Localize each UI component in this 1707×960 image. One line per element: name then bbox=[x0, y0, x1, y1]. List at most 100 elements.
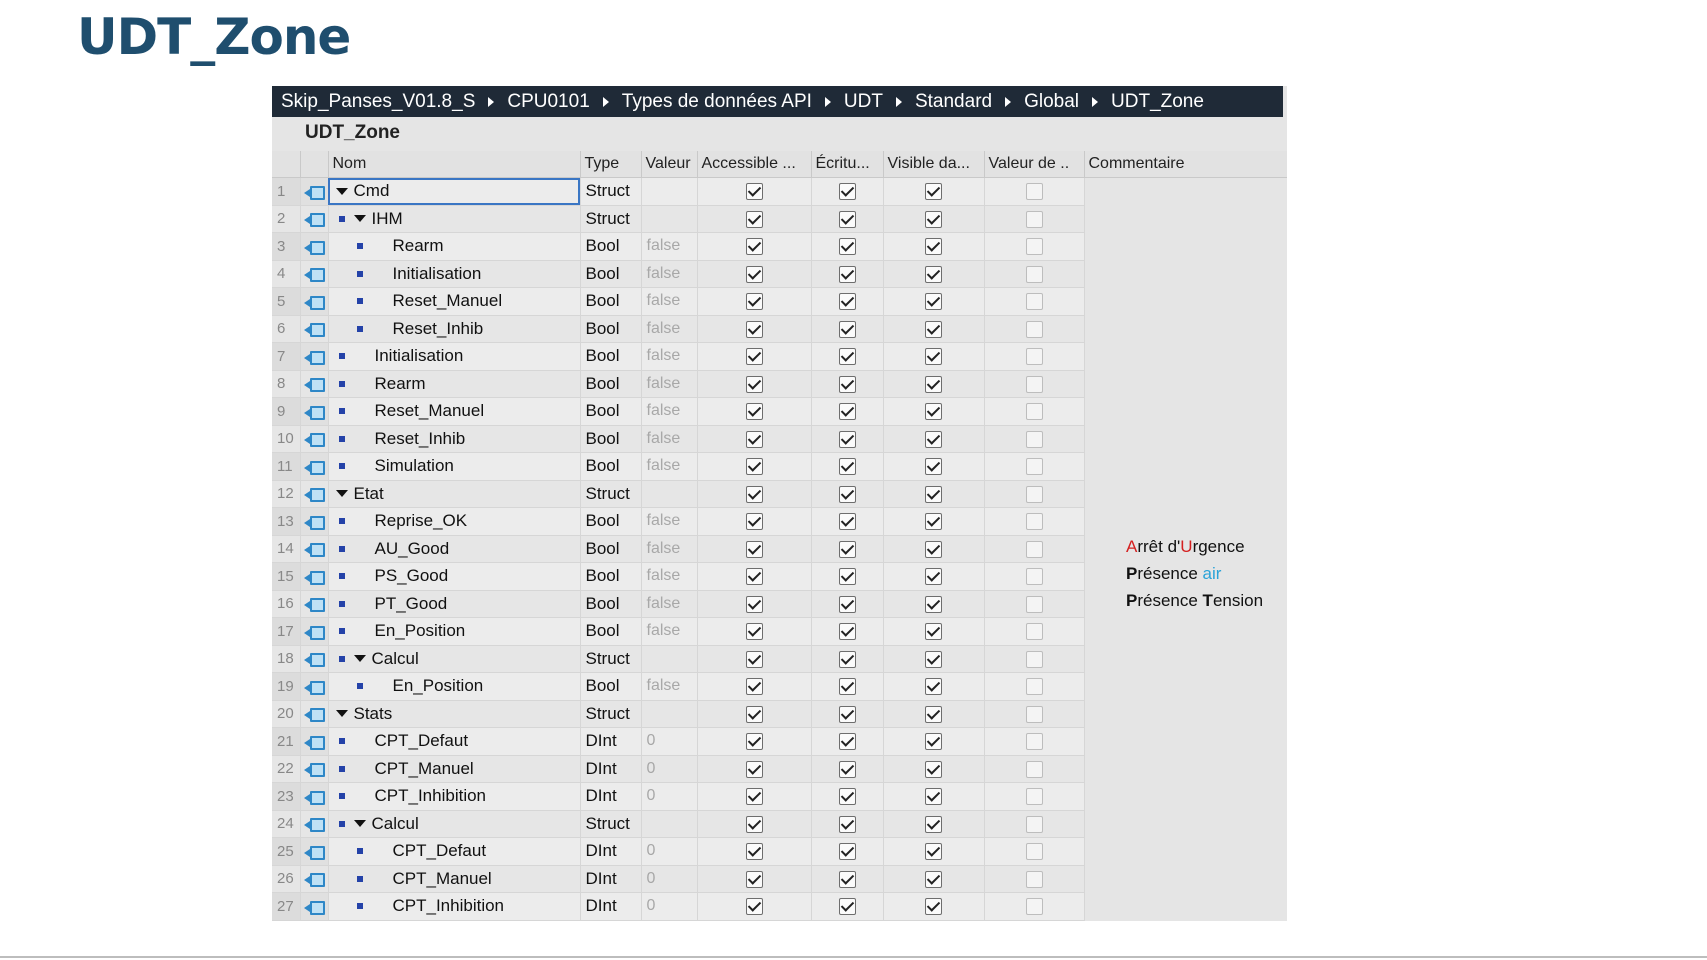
valeur-defaut-checkbox[interactable] bbox=[1025, 815, 1043, 833]
accessible-checkbox[interactable] bbox=[745, 513, 763, 531]
type-cell[interactable]: Bool bbox=[580, 397, 642, 426]
comment-cell[interactable] bbox=[1084, 672, 1287, 700]
name-cell[interactable]: CPT_Manuel bbox=[328, 755, 581, 783]
comment-cell[interactable] bbox=[1084, 727, 1287, 755]
name-cell[interactable]: Rearm bbox=[328, 232, 581, 261]
valeur-defaut-checkbox[interactable] bbox=[1025, 788, 1043, 806]
ecriture-checkbox[interactable] bbox=[838, 815, 856, 833]
table-row[interactable]: 1 Cmd Struct bbox=[272, 177, 1287, 206]
valeur-defaut-checkbox[interactable] bbox=[1025, 293, 1043, 311]
ecriture-checkbox[interactable] bbox=[838, 568, 856, 586]
ecriture-checkbox[interactable] bbox=[838, 485, 856, 503]
ecriture-checkbox[interactable] bbox=[838, 650, 856, 668]
accessible-checkbox[interactable] bbox=[745, 815, 763, 833]
value-cell[interactable]: 0 bbox=[641, 727, 698, 756]
table-row[interactable]: 11 Simulation Bool false bbox=[272, 452, 1287, 481]
valeur-defaut-checkbox[interactable] bbox=[1025, 678, 1043, 696]
accessible-checkbox[interactable] bbox=[745, 238, 763, 256]
accessible-checkbox[interactable] bbox=[745, 348, 763, 366]
name-cell[interactable]: Initialisation bbox=[328, 342, 581, 371]
name-cell[interactable]: Calcul bbox=[328, 810, 581, 838]
name-cell[interactable]: PT_Good bbox=[328, 590, 581, 618]
ecriture-checkbox[interactable] bbox=[838, 898, 856, 916]
value-cell[interactable]: false bbox=[641, 232, 698, 261]
type-cell[interactable]: Struct bbox=[580, 645, 642, 673]
value-cell[interactable] bbox=[641, 810, 698, 838]
valeur-defaut-checkbox[interactable] bbox=[1025, 898, 1043, 916]
expand-triangle-icon[interactable] bbox=[353, 215, 366, 223]
accessible-checkbox[interactable] bbox=[745, 375, 763, 393]
ecriture-checkbox[interactable] bbox=[838, 513, 856, 531]
type-cell[interactable]: Bool bbox=[580, 535, 642, 563]
ecriture-checkbox[interactable] bbox=[838, 595, 856, 613]
comment-cell[interactable] bbox=[1084, 177, 1287, 205]
header-ecriture[interactable]: Écritu... bbox=[811, 151, 884, 178]
valeur-defaut-checkbox[interactable] bbox=[1025, 843, 1043, 861]
type-cell[interactable]: Bool bbox=[580, 452, 642, 481]
table-row[interactable]: 18 Calcul Struct bbox=[272, 645, 1287, 673]
accessible-checkbox[interactable] bbox=[745, 733, 763, 751]
visible-checkbox[interactable] bbox=[925, 458, 942, 476]
header-visible[interactable]: Visible da... bbox=[883, 151, 985, 178]
name-cell[interactable]: CPT_Inhibition bbox=[328, 782, 581, 811]
valeur-defaut-checkbox[interactable] bbox=[1025, 513, 1043, 531]
ecriture-checkbox[interactable] bbox=[838, 375, 856, 393]
valeur-defaut-checkbox[interactable] bbox=[1025, 568, 1043, 586]
table-row[interactable]: 7 Initialisation Bool false bbox=[272, 342, 1287, 371]
accessible-checkbox[interactable] bbox=[745, 210, 763, 228]
type-cell[interactable]: Struct bbox=[580, 700, 642, 728]
value-cell[interactable] bbox=[641, 645, 698, 673]
name-cell[interactable]: CPT_Defaut bbox=[328, 837, 581, 866]
ecriture-checkbox[interactable] bbox=[838, 210, 856, 228]
accessible-checkbox[interactable] bbox=[745, 650, 763, 668]
comment-cell[interactable] bbox=[1084, 617, 1287, 645]
type-cell[interactable]: Bool bbox=[580, 425, 642, 453]
valeur-defaut-checkbox[interactable] bbox=[1025, 540, 1043, 558]
visible-checkbox[interactable] bbox=[925, 348, 942, 366]
accessible-checkbox[interactable] bbox=[745, 623, 763, 641]
type-cell[interactable]: Struct bbox=[580, 205, 642, 233]
breadcrumb-item[interactable]: Types de données API bbox=[622, 91, 812, 113]
valeur-defaut-checkbox[interactable] bbox=[1025, 458, 1043, 476]
value-cell[interactable]: false bbox=[641, 452, 698, 481]
ecriture-checkbox[interactable] bbox=[838, 265, 856, 283]
valeur-defaut-checkbox[interactable] bbox=[1025, 183, 1043, 201]
table-row[interactable]: 4 Initialisation Bool false bbox=[272, 260, 1287, 288]
ecriture-checkbox[interactable] bbox=[838, 870, 856, 888]
value-cell[interactable]: false bbox=[641, 590, 698, 618]
visible-checkbox[interactable] bbox=[925, 430, 942, 448]
breadcrumb-item[interactable]: Skip_Panses_V01.8_S bbox=[281, 91, 475, 113]
type-cell[interactable]: Struct bbox=[580, 480, 642, 508]
comment-cell[interactable] bbox=[1084, 837, 1287, 865]
type-cell[interactable]: DInt bbox=[580, 865, 642, 893]
breadcrumb-item[interactable]: Standard bbox=[915, 91, 992, 113]
table-row[interactable]: 25 CPT_Defaut DInt 0 bbox=[272, 837, 1287, 866]
type-cell[interactable]: Struct bbox=[580, 810, 642, 838]
name-cell[interactable]: Simulation bbox=[328, 452, 581, 481]
table-row[interactable]: 10 Reset_Inhib Bool false bbox=[272, 425, 1287, 453]
accessible-checkbox[interactable] bbox=[745, 595, 763, 613]
type-cell[interactable]: Bool bbox=[580, 590, 642, 618]
visible-checkbox[interactable] bbox=[925, 238, 942, 256]
type-cell[interactable]: Bool bbox=[580, 562, 642, 591]
visible-checkbox[interactable] bbox=[925, 513, 942, 531]
value-cell[interactable]: false bbox=[641, 342, 698, 371]
valeur-defaut-checkbox[interactable] bbox=[1025, 623, 1043, 641]
ecriture-checkbox[interactable] bbox=[838, 320, 856, 338]
ecriture-checkbox[interactable] bbox=[838, 238, 856, 256]
table-row[interactable]: 23 CPT_Inhibition DInt 0 bbox=[272, 782, 1287, 811]
accessible-checkbox[interactable] bbox=[745, 320, 763, 338]
breadcrumb-item[interactable]: UDT_Zone bbox=[1111, 91, 1204, 113]
accessible-checkbox[interactable] bbox=[745, 540, 763, 558]
expand-triangle-icon[interactable] bbox=[335, 710, 348, 718]
table-row[interactable]: 13 Reprise_OK Bool false bbox=[272, 507, 1287, 536]
name-cell[interactable]: Initialisation bbox=[328, 260, 581, 288]
valeur-defaut-checkbox[interactable] bbox=[1025, 650, 1043, 668]
visible-checkbox[interactable] bbox=[925, 788, 942, 806]
valeur-defaut-checkbox[interactable] bbox=[1025, 760, 1043, 778]
ecriture-checkbox[interactable] bbox=[838, 760, 856, 778]
value-cell[interactable]: false bbox=[641, 535, 698, 563]
value-cell[interactable]: 0 bbox=[641, 782, 698, 811]
visible-checkbox[interactable] bbox=[925, 320, 942, 338]
accessible-checkbox[interactable] bbox=[745, 430, 763, 448]
